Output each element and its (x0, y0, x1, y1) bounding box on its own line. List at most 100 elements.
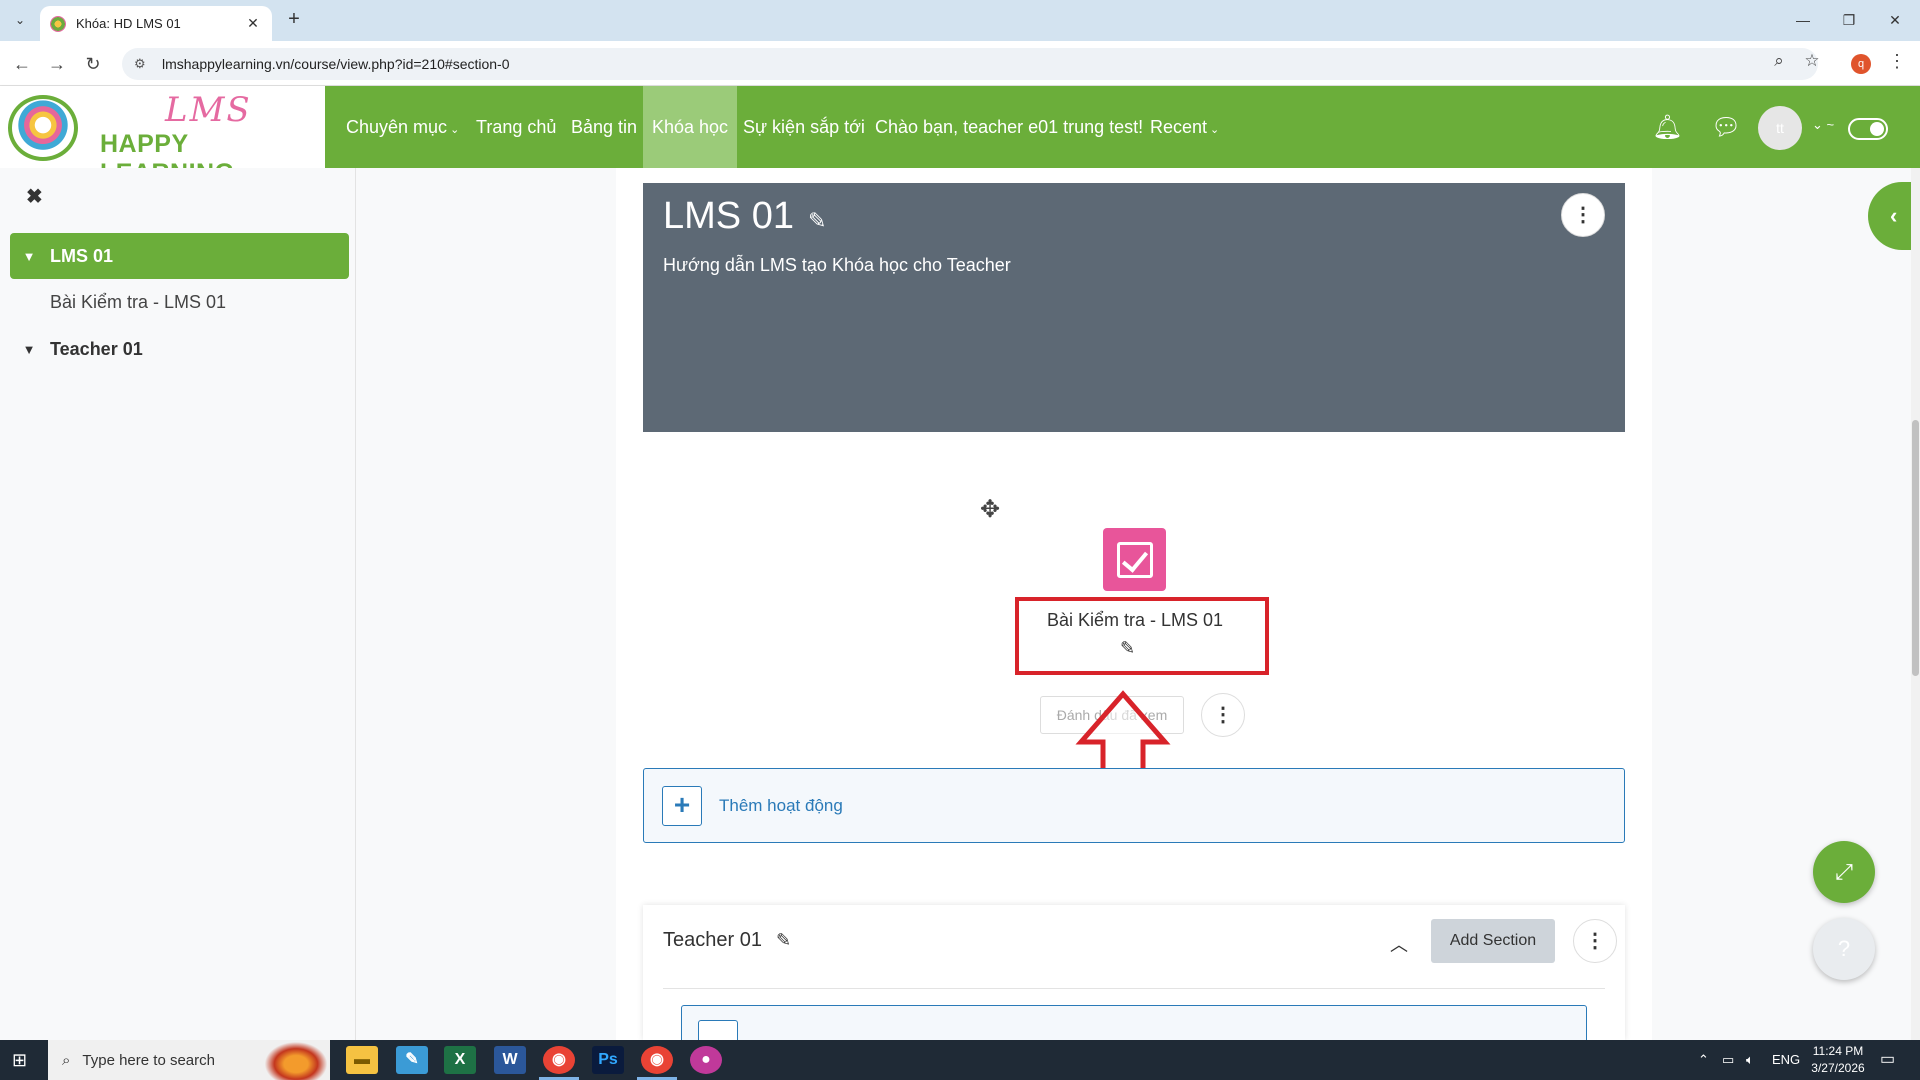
activity-more-icon[interactable]: ⋮ (1201, 693, 1245, 737)
header-more-icon[interactable]: ⋮ (1561, 193, 1605, 237)
word-icon[interactable]: W (494, 1046, 526, 1074)
section-add-activity-button[interactable] (681, 1005, 1587, 1060)
nav-label: Recent (1150, 117, 1208, 137)
windows-start-icon[interactable]: ⊞ (12, 1050, 27, 1071)
tab-search-chevron-icon[interactable]: ⌄ (8, 8, 32, 32)
chevron-down-icon: ⌄ (1210, 124, 1220, 136)
url-text: lmshappylearning.vn/course/view.php?id=2… (162, 56, 510, 72)
profile-avatar[interactable]: q (1851, 54, 1871, 74)
site-logo[interactable]: LMS HAPPY LEARNING (0, 86, 325, 187)
taskbar-clock[interactable]: 11:24 PM 3/27/2026 (1800, 1043, 1876, 1077)
section-teacher01: Teacher 01 ✎ ︿ Add Section ⋮ (643, 905, 1625, 1060)
user-menu-tilde: ~ (1826, 117, 1835, 132)
new-tab-plus-icon[interactable]: + (282, 8, 306, 32)
scrollbar-thumb[interactable] (1912, 420, 1919, 676)
add-section-button[interactable]: Add Section (1431, 919, 1555, 963)
tab-close-icon[interactable]: ✕ (244, 15, 262, 32)
nav-khoa-hoc[interactable]: Khóa học (643, 86, 738, 168)
move-handle-icon[interactable]: ✥ (980, 495, 1000, 524)
course-title-text: LMS 01 (663, 195, 794, 237)
course-title: LMS 01 ✎ (663, 195, 826, 238)
bookmark-star-icon[interactable]: ☆ (1799, 51, 1825, 71)
chevron-down-icon[interactable]: ▼ (14, 342, 44, 357)
notification-center-icon[interactable]: ▭ (1880, 1040, 1895, 1080)
search-placeholder: Type here to search (82, 1051, 215, 1069)
edit-title-pencil-icon[interactable]: ✎ (808, 208, 826, 234)
quiz-icon[interactable] (1103, 528, 1166, 591)
course-header: LMS 01 ✎ Hướng dẫn LMS tạo Khóa học cho T… (643, 183, 1625, 432)
minimize-icon[interactable]: — (1788, 8, 1818, 32)
add-activity-button[interactable]: + Thêm hoạt động (643, 768, 1625, 843)
checkbox-check-icon (1116, 541, 1153, 578)
window-close-icon[interactable]: ✕ (1880, 8, 1910, 32)
site-favicon-icon (50, 15, 66, 32)
close-drawer-icon[interactable]: ✖ (26, 184, 43, 209)
clock-time: 11:24 PM (1812, 1044, 1864, 1058)
drawer-item-label: LMS 01 (50, 245, 114, 266)
chevron-up-icon[interactable]: ︿ (1390, 931, 1408, 957)
zoom-icon[interactable]: ⌕ (1766, 51, 1792, 71)
edit-mode-toggle[interactable] (1848, 118, 1888, 140)
nav-greeting[interactable]: Chào bạn, teacher e01 trung test! (866, 86, 1152, 168)
browser-tab-active[interactable]: Khóa: HD LMS 01 ✕ (40, 6, 272, 41)
browser-menu-icon[interactable]: ⋮ (1888, 51, 1906, 72)
edit-section-pencil-icon[interactable]: ✎ (776, 930, 791, 951)
messages-icon[interactable]: 💬︎ (1711, 113, 1741, 142)
nav-trang-chu[interactable]: Trang chủ (467, 86, 565, 168)
volume-icon[interactable]: 🔈︎ (1746, 1040, 1754, 1080)
notepad-icon[interactable]: ✎ (396, 1046, 428, 1074)
clock-date: 3/27/2026 (1811, 1061, 1865, 1075)
chrome-icon[interactable]: ◉ (543, 1046, 575, 1074)
tray-chevron-up-icon[interactable]: ⌃ (1698, 1040, 1709, 1080)
divider (663, 988, 1605, 989)
logo-script: LMS (165, 90, 252, 130)
chevron-down-icon[interactable]: ▼ (14, 249, 44, 264)
plus-icon: + (662, 786, 702, 826)
user-menu-chevron-icon[interactable]: ⌄ ~ (1812, 117, 1834, 133)
drawer-item-label: Teacher 01 (50, 338, 143, 359)
windows-taskbar: ⊞ ⌕ Type here to search ▬ ✎ X W ◉ Ps ◉ ●… (0, 1040, 1920, 1080)
site-navbar: LMS HAPPY LEARNING Chuyên mục⌄ Trang chủ… (0, 86, 1920, 187)
nav-label: Chuyên mục (346, 117, 448, 137)
user-avatar[interactable]: tt (1758, 106, 1802, 150)
course-subtitle: Hướng dẫn LMS tạo Khóa học cho Teacher (663, 255, 1011, 275)
restore-icon[interactable]: ❐ (1834, 8, 1864, 32)
fullscreen-expand-icon[interactable]: ⤢ (1813, 841, 1875, 903)
search-highlight-image (262, 1040, 330, 1080)
course-index-drawer: ✖ ▼ LMS 01 Bài Kiểm tra - LMS 01 ▼ Teach… (0, 168, 356, 1040)
page-scrollbar[interactable] (1911, 168, 1920, 1040)
tab-title: Khóa: HD LMS 01 (76, 16, 181, 31)
photoshop-icon[interactable]: Ps (592, 1046, 624, 1074)
back-arrow-icon[interactable]: ← (9, 51, 35, 77)
language-indicator[interactable]: ENG (1772, 1040, 1800, 1080)
search-icon: ⌕ (62, 1051, 71, 1069)
drawer-section-lms01[interactable]: ▼ LMS 01 (10, 233, 349, 279)
nav-recent[interactable]: Recent ⌄ (1141, 86, 1228, 168)
section-title: Teacher 01 ✎ (663, 929, 791, 952)
notification-bell-icon[interactable]: 🔔︎ (1652, 113, 1682, 142)
nav-su-kien[interactable]: Sự kiện sắp tới (734, 86, 874, 168)
drawer-item-label: Bài Kiểm tra - LMS 01 (50, 291, 227, 312)
browser-toolbar: ← → ↻ ⚙ lmshappylearning.vn/course/view.… (0, 41, 1920, 86)
map-pin-app-icon[interactable]: ● (690, 1046, 722, 1074)
site-info-icon[interactable]: ⚙ (134, 56, 156, 72)
help-question-icon[interactable]: ? (1813, 918, 1875, 980)
logo-emblem-icon (8, 95, 78, 161)
drawer-activity-quiz[interactable]: Bài Kiểm tra - LMS 01 (10, 279, 349, 325)
section-more-icon[interactable]: ⋮ (1573, 919, 1617, 963)
nav-chuyen-muc[interactable]: Chuyên mục ⌄ (337, 86, 468, 168)
forward-arrow-icon[interactable]: → (44, 51, 70, 77)
reload-icon[interactable]: ↻ (80, 51, 106, 77)
nav-bang-tin[interactable]: Bảng tin (562, 86, 646, 168)
network-icon[interactable]: ▭ (1722, 1040, 1734, 1080)
drawer-section-teacher01[interactable]: ▼ Teacher 01 (10, 326, 349, 372)
section-title-text: Teacher 01 (663, 929, 762, 951)
annotation-highlight-box (1015, 597, 1269, 675)
browser-tabstrip: ⌄ Khóa: HD LMS 01 ✕ + — ❐ ✕ (0, 0, 1920, 41)
chevron-down-icon: ⌄ (450, 124, 460, 136)
excel-icon[interactable]: X (444, 1046, 476, 1074)
file-explorer-icon[interactable]: ▬ (346, 1046, 378, 1074)
add-activity-label: Thêm hoạt động (719, 796, 843, 815)
chrome-profile-icon[interactable]: ◉ (641, 1046, 673, 1074)
address-bar[interactable]: ⚙ lmshappylearning.vn/course/view.php?id… (122, 48, 1818, 80)
